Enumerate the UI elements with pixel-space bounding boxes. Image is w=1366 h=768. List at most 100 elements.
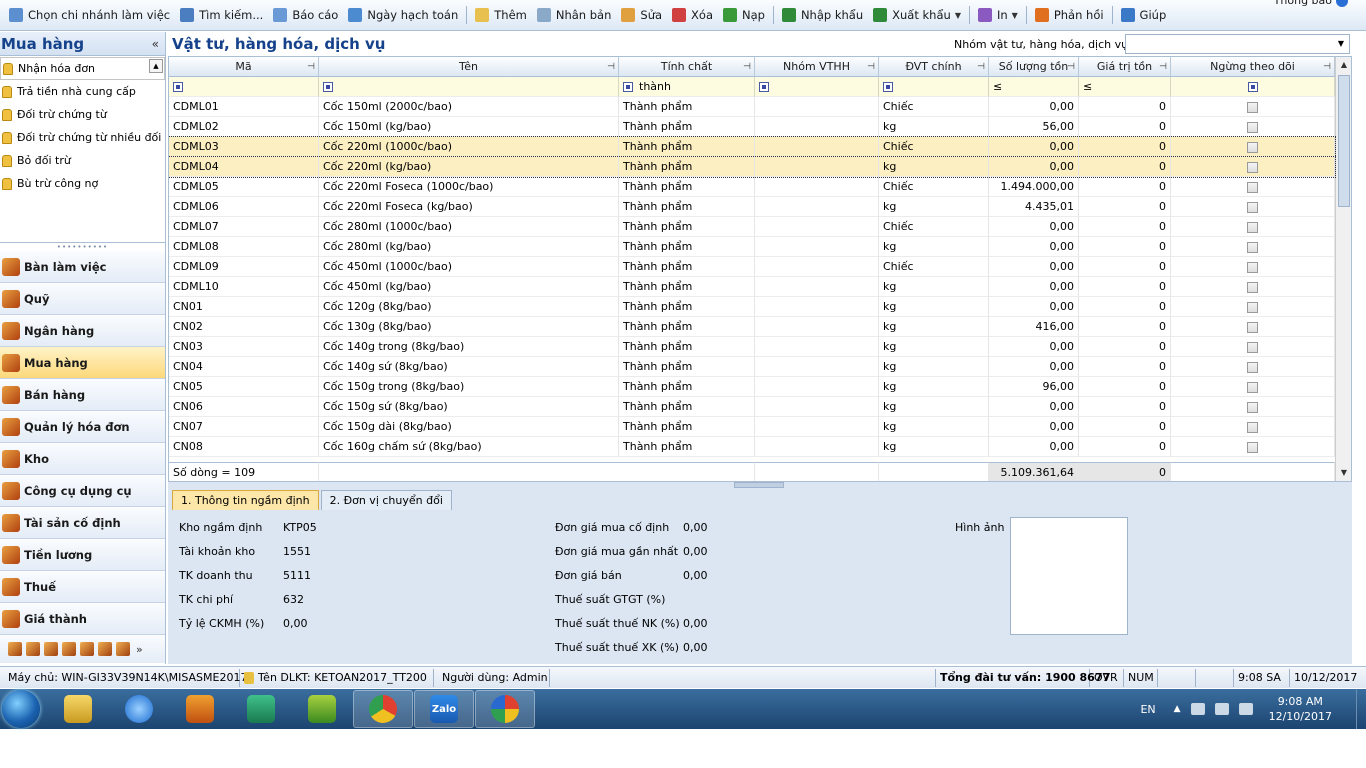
stop-tracking-cell[interactable] <box>1171 97 1335 117</box>
filter-operator[interactable]: ≤ <box>993 80 1002 93</box>
module-mini-icon[interactable] <box>80 642 94 656</box>
table-row[interactable]: CDML09 Cốc 450ml (1000c/bao) Thành phẩm Chi… <box>169 257 1335 277</box>
pin-icon[interactable]: ⊣ <box>1323 57 1331 76</box>
checkbox[interactable] <box>1247 261 1258 273</box>
checkbox[interactable] <box>1247 241 1258 253</box>
show-desktop-button[interactable] <box>1356 689 1366 729</box>
table-row[interactable]: CN07 Cốc 150g dài (8kg/bao) Thành phẩm kg 0,… <box>169 417 1335 437</box>
toolbar-reload-button[interactable]: Nạp <box>718 3 770 27</box>
checkbox[interactable] <box>1247 101 1258 113</box>
stop-tracking-cell[interactable] <box>1171 297 1335 317</box>
nav-item[interactable]: Tài sản cố định <box>0 507 165 539</box>
filter-icon[interactable] <box>759 82 769 92</box>
module-mini-icon[interactable] <box>26 642 40 656</box>
toolbar-print-button[interactable]: In ▼ <box>973 3 1023 27</box>
stop-tracking-cell[interactable] <box>1171 157 1335 177</box>
toolbar-duplicate-button[interactable]: Nhân bản <box>532 3 617 27</box>
filter-cell[interactable] <box>1171 77 1335 97</box>
column-header[interactable]: Mã ⊣ <box>169 57 319 77</box>
toolbar-report-button[interactable]: Báo cáo <box>268 3 343 27</box>
column-header[interactable]: Nhóm VTHH ⊣ <box>755 57 879 77</box>
pin-icon[interactable]: ⊣ <box>867 57 875 76</box>
nav-item[interactable]: Thuế <box>0 571 165 603</box>
splitter-grip[interactable]: •••••••••• <box>0 243 165 251</box>
filter-icon[interactable] <box>623 82 633 92</box>
flag-icon[interactable] <box>1190 703 1205 715</box>
filter-icon[interactable] <box>1247 82 1258 92</box>
tab-default-info[interactable]: 1. Thông tin ngầm định <box>172 490 319 510</box>
module-mini-icon[interactable] <box>44 642 58 656</box>
module-mini-icon[interactable] <box>98 642 112 656</box>
table-row[interactable]: CN03 Cốc 140g trong (8kg/bao) Thành phẩm kg… <box>169 337 1335 357</box>
sub-item[interactable]: Nhận hóa đơn <box>0 57 165 80</box>
checkbox[interactable] <box>1247 321 1258 333</box>
checkbox[interactable] <box>1247 121 1258 133</box>
table-row[interactable]: CDML03 Cốc 220ml (1000c/bao) Thành phẩm Chi… <box>169 136 1336 158</box>
stop-tracking-cell[interactable] <box>1171 117 1335 137</box>
table-row[interactable]: CN01 Cốc 120g (8kg/bao) Thành phẩm kg 0,00 0 <box>169 297 1335 317</box>
filter-value[interactable]: thành <box>639 80 671 93</box>
column-header[interactable]: Ngừng theo dõi ⊣ <box>1171 57 1335 77</box>
toolbar-help-button[interactable]: Giúp <box>1116 3 1172 27</box>
scroll-up-icon[interactable]: ▲ <box>149 59 163 73</box>
nav-item[interactable]: Tiền lương <box>0 539 165 571</box>
tab-unit-conversion[interactable]: 2. Đơn vị chuyển đổi <box>320 490 452 510</box>
stop-tracking-cell[interactable] <box>1171 317 1335 337</box>
table-row[interactable]: CDML07 Cốc 280ml (1000c/bao) Thành phẩm Chi… <box>169 217 1335 237</box>
stop-tracking-cell[interactable] <box>1171 237 1335 257</box>
checkbox[interactable] <box>1247 221 1258 233</box>
pin-icon[interactable]: ⊣ <box>607 57 615 76</box>
taskbar-coccoc-button[interactable] <box>292 690 352 728</box>
filter-cell[interactable] <box>169 77 319 97</box>
pin-icon[interactable]: ⊣ <box>977 57 985 76</box>
checkbox[interactable] <box>1247 301 1258 313</box>
nav-item[interactable]: Bán hàng <box>0 379 165 411</box>
scroll-thumb[interactable] <box>1338 75 1350 207</box>
sub-item[interactable]: Trả tiền nhà cung cấp <box>0 80 165 103</box>
taskbar-internet-explorer-button[interactable] <box>109 690 169 728</box>
nav-item[interactable]: Công cụ dụng cụ <box>0 475 165 507</box>
toolbar-add-button[interactable]: Thêm <box>470 3 532 27</box>
filter-cell[interactable] <box>319 77 619 97</box>
checkbox[interactable] <box>1247 281 1258 293</box>
taskbar-file-explorer-button[interactable] <box>48 690 108 728</box>
volume-icon[interactable] <box>1238 703 1253 715</box>
column-header[interactable]: Giá trị tồn ⊣ <box>1079 57 1171 77</box>
checkbox[interactable] <box>1247 161 1258 173</box>
table-row[interactable]: CDML02 Cốc 150ml (kg/bao) Thành phẩm kg 56,0… <box>169 117 1335 137</box>
table-row[interactable]: CDML06 Cốc 220ml Foseca (kg/bao) Thành phẩ… <box>169 197 1335 217</box>
stop-tracking-cell[interactable] <box>1171 417 1335 437</box>
item-image-box[interactable] <box>1010 517 1128 635</box>
scroll-up-icon[interactable]: ▲ <box>1336 57 1351 73</box>
toolbar-document-button[interactable]: Chọn chi nhánh làm việc <box>4 3 175 27</box>
stop-tracking-cell[interactable] <box>1171 337 1335 357</box>
taskbar-media-player-button[interactable] <box>170 690 230 728</box>
filter-operator[interactable]: ≤ <box>1083 80 1092 93</box>
nav-item[interactable]: Ngân hàng <box>0 315 165 347</box>
toolbar-edit-button[interactable]: Sửa <box>616 3 667 27</box>
filter-icon[interactable] <box>323 82 333 92</box>
module-mini-icon[interactable] <box>62 642 76 656</box>
scroll-down-icon[interactable]: ▼ <box>1336 465 1351 481</box>
module-mini-icon[interactable] <box>8 642 22 656</box>
filter-cell[interactable] <box>755 77 879 97</box>
table-row[interactable]: CN02 Cốc 130g (8kg/bao) Thành phẩm kg 416,00… <box>169 317 1335 337</box>
table-row[interactable]: CDML10 Cốc 450ml (kg/bao) Thành phẩm kg 0,00… <box>169 277 1335 297</box>
taskbar-zalo-button[interactable]: Zalo <box>414 690 474 728</box>
table-row[interactable]: CN04 Cốc 140g sứ (8kg/bao) Thành phẩm kg 0,0… <box>169 357 1335 377</box>
taskbar-picasa-button[interactable] <box>475 690 535 728</box>
nav-item[interactable]: Mua hàng <box>0 347 165 379</box>
sub-item[interactable]: Đối trừ chứng từ <box>0 103 165 126</box>
column-header[interactable]: Số lượng tồn ⊣ <box>989 57 1079 77</box>
taskbar-clock[interactable]: 9:08 AM 12/10/2017 <box>1269 694 1332 724</box>
chevron-more-icon[interactable]: » <box>136 643 143 656</box>
table-row[interactable]: CDML05 Cốc 220ml Foseca (1000c/bao) Thành … <box>169 177 1335 197</box>
sub-item[interactable]: Bỏ đối trừ <box>0 149 165 172</box>
stop-tracking-cell[interactable] <box>1171 197 1335 217</box>
stop-tracking-cell[interactable] <box>1171 357 1335 377</box>
checkbox[interactable] <box>1247 361 1258 373</box>
chevron-down-icon[interactable]: ▼ <box>1012 11 1018 20</box>
taskbar-chrome-button[interactable] <box>353 690 413 728</box>
checkbox[interactable] <box>1247 381 1258 393</box>
collapse-icon[interactable]: « <box>152 37 159 51</box>
